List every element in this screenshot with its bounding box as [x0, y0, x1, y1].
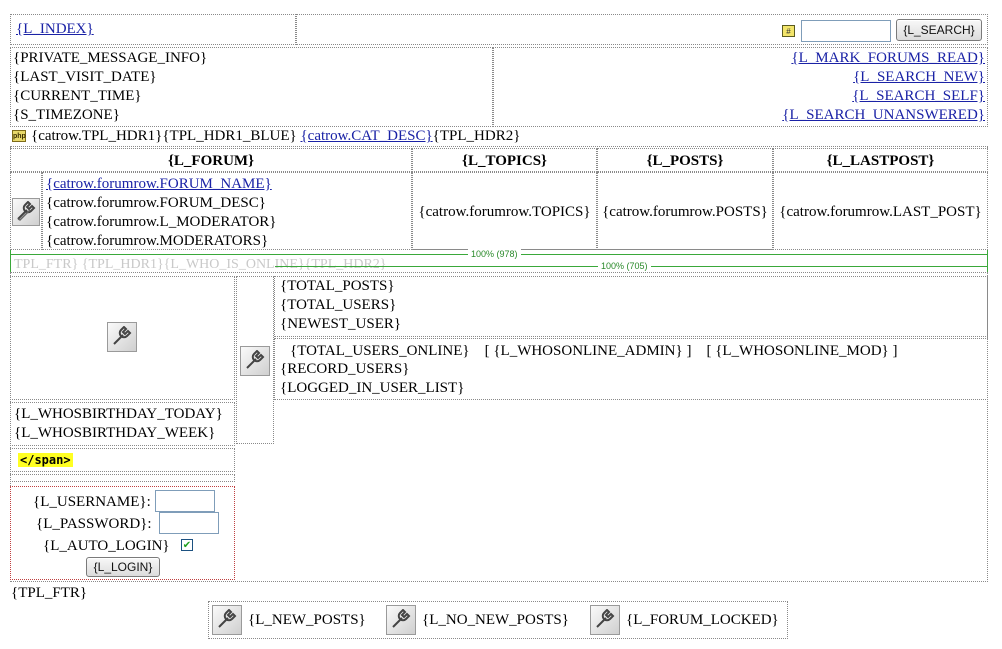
- search-button[interactable]: {L_SEARCH}: [896, 19, 982, 41]
- new-posts-icon: [212, 605, 242, 635]
- search-small-icon: #: [782, 25, 795, 37]
- search-unanswered-link[interactable]: {L_SEARCH_UNANSWERED}: [782, 106, 985, 125]
- logged-in-user-list: {LOGGED_IN_USER_LIST}: [280, 380, 465, 396]
- header-topics: {L_TOPICS}: [412, 148, 597, 172]
- forum-moderator-label: {catrow.forumrow.L_MODERATOR}: [46, 214, 277, 230]
- login-button[interactable]: {L_LOGIN}: [86, 557, 160, 577]
- legend-forum-locked: {L_FORUM_LOCKED}: [626, 612, 779, 628]
- header-forum: {L_FORUM}: [10, 148, 412, 172]
- record-users: {RECORD_USERS}: [280, 361, 410, 377]
- search-self-link[interactable]: {L_SEARCH_SELF}: [852, 87, 985, 106]
- forum-locked-icon: [590, 605, 620, 635]
- users-online-line: {TOTAL_USERS_ONLINE} [ {L_WHOSONLINE_ADM…: [290, 343, 898, 359]
- password-field[interactable]: [159, 512, 219, 534]
- total-posts: {TOTAL_POSTS}: [280, 278, 395, 294]
- current-time: {CURRENT_TIME}: [13, 88, 142, 104]
- total-users: {TOTAL_USERS}: [280, 297, 397, 313]
- birthday-today: {L_WHOSBIRTHDAY_TODAY}: [14, 406, 223, 422]
- username-field[interactable]: [155, 490, 215, 512]
- forum-desc: {catrow.forumrow.FORUM_DESC}: [46, 195, 266, 211]
- guide-tick-left: [10, 250, 11, 272]
- guide-tick-right: [987, 250, 988, 272]
- cat-hdr2: {TPL_HDR2}: [432, 128, 521, 144]
- width-guide-978-label: 100% (978): [468, 249, 521, 259]
- forum-status-icon: [12, 198, 40, 226]
- last-visit-date: {LAST_VISIT_DATE}: [13, 69, 157, 85]
- auto-login-checkbox[interactable]: ✔: [181, 539, 193, 551]
- faded-who-is-online-row: TPL_FTR} {TPL_HDR1}{L_WHO_IS_ONLINE}{TPL…: [14, 257, 387, 272]
- header-posts: {L_POSTS}: [597, 148, 773, 172]
- svg-text:#: #: [786, 27, 791, 36]
- username-label: {L_USERNAME}:: [33, 494, 151, 510]
- footer-text: {TPL_FTR}: [11, 585, 88, 601]
- category-header: {catrow.TPL_HDR1}{TPL_HDR1_BLUE} {catrow…: [31, 127, 520, 146]
- cat-hdr1-blue: {TPL_HDR1_BLUE}: [162, 128, 297, 144]
- newest-user: {NEWEST_USER}: [280, 316, 402, 332]
- cat-hdr1: {catrow.TPL_HDR1}: [31, 128, 163, 144]
- legend-new-posts: {L_NEW_POSTS}: [248, 612, 366, 628]
- forum-posts: {catrow.forumrow.POSTS}: [597, 172, 773, 250]
- forum-topics: {catrow.forumrow.TOPICS}: [412, 172, 597, 250]
- private-message-info: {PRIVATE_MESSAGE_INFO}: [13, 50, 208, 66]
- password-label: {L_PASSWORD}:: [36, 516, 152, 532]
- span-close-tag: </span>: [18, 453, 73, 467]
- index-link[interactable]: {L_INDEX}: [16, 21, 94, 38]
- width-guide-705-label: 100% (705): [598, 261, 651, 271]
- search-input[interactable]: [801, 20, 891, 42]
- stats-icon: [240, 346, 270, 376]
- cat-desc-link[interactable]: {catrow.CAT_DESC}: [300, 128, 432, 144]
- mark-forums-read-link[interactable]: {L_MARK_FORUMS_READ}: [791, 49, 985, 68]
- forum-name-link[interactable]: {catrow.forumrow.FORUM_NAME}: [46, 175, 272, 194]
- timezone: {S_TIMEZONE}: [13, 107, 120, 123]
- legend-no-new-posts: {L_NO_NEW_POSTS}: [422, 612, 569, 628]
- search-new-link[interactable]: {L_SEARCH_NEW}: [853, 68, 985, 87]
- php-script-icon: php: [12, 130, 26, 142]
- forum-lastpost: {catrow.forumrow.LAST_POST}: [773, 172, 988, 250]
- birthday-week: {L_WHOSBIRTHDAY_WEEK}: [14, 425, 216, 441]
- forum-moderators: {catrow.forumrow.MODERATORS}: [46, 233, 269, 248]
- auto-login-label: {L_AUTO_LOGIN}: [43, 538, 170, 554]
- no-new-posts-icon: [386, 605, 416, 635]
- header-lastpost: {L_LASTPOST}: [773, 148, 988, 172]
- spacer-cell: [10, 474, 235, 482]
- who-online-image: [107, 322, 137, 352]
- checkmark-icon: ✔: [182, 540, 192, 551]
